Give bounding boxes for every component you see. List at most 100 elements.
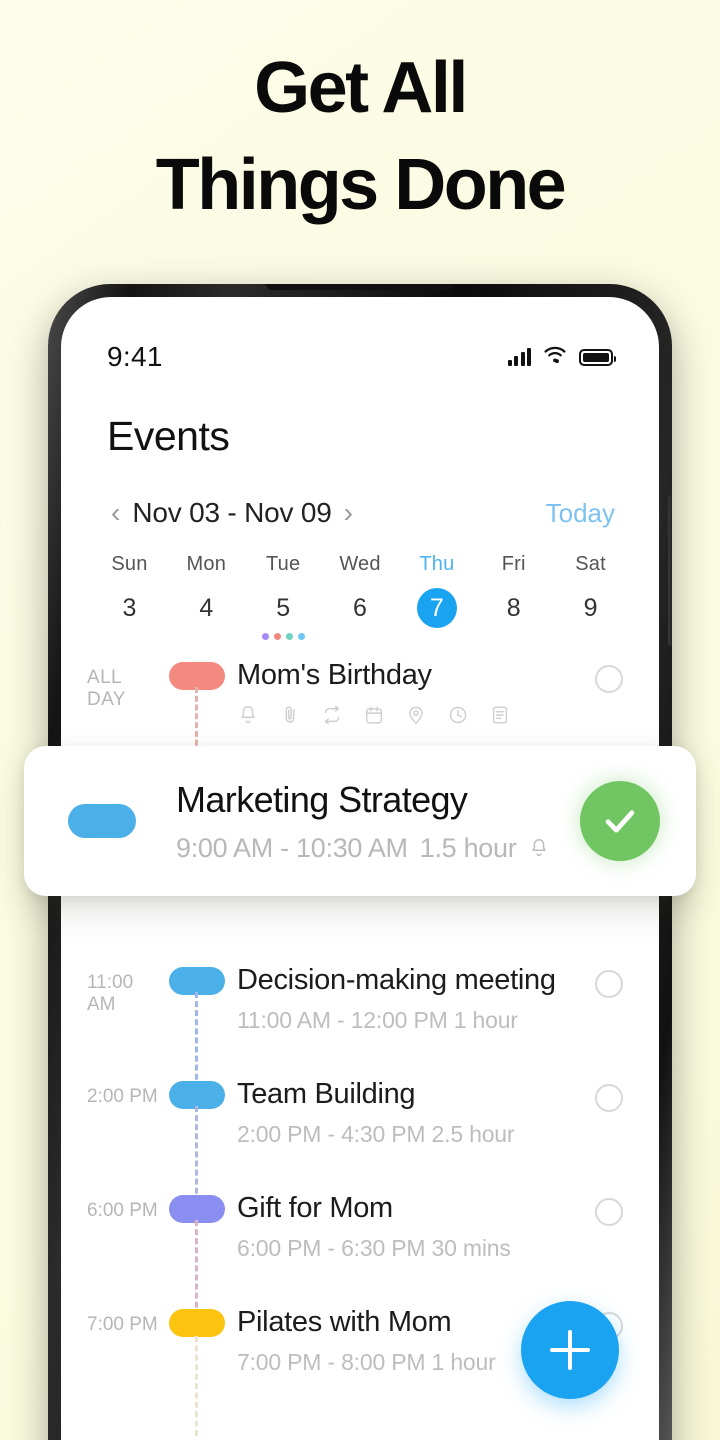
event-time-label: 7:00 PM [87, 1314, 158, 1335]
check-icon [605, 810, 635, 833]
bell-icon [532, 839, 547, 857]
event-body: Mom's Birthday [231, 657, 595, 726]
repeat-icon [324, 705, 340, 725]
event-row[interactable]: 6:00 PM Gift for Mom 6:00 PM - 6:30 PM 3… [61, 1190, 659, 1335]
weekday-date: 7 [416, 588, 457, 628]
event-attribute-icons [237, 704, 595, 726]
weekday-date: 3 [122, 594, 137, 622]
event-pill-wrap [163, 1304, 231, 1436]
event-completed-button[interactable] [580, 781, 660, 861]
event-color-pill [169, 1309, 225, 1337]
chevron-right-icon[interactable]: › [338, 499, 359, 527]
add-event-fab[interactable] [521, 1301, 619, 1399]
weekday-label: Sun [111, 553, 148, 575]
week-navigation: ‹ Nov 03 - Nov 09 › Today [105, 497, 615, 529]
page-title: Events [107, 413, 230, 459]
battery-full-icon [579, 348, 616, 366]
location-pin-icon [409, 706, 423, 725]
today-button[interactable]: Today [546, 498, 615, 529]
week-range-label: Nov 03 - Nov 09 [132, 497, 332, 528]
calendar-icon [365, 706, 383, 724]
event-title: Mom's Birthday [237, 659, 432, 691]
featured-event-time: 9:00 AM - 10:30 AM [176, 832, 408, 863]
event-title: Decision-making meeting [237, 964, 556, 996]
event-body: Decision-making meeting 11:00 AM - 12:00… [231, 962, 595, 1034]
event-title: Team Building [237, 1078, 416, 1110]
event-time-label: 11:00 AM [87, 972, 134, 1015]
event-dots [398, 633, 475, 641]
weekday-label: Mon [186, 553, 227, 575]
wifi-icon [543, 346, 567, 369]
event-dot [261, 633, 269, 640]
event-time-label: ALL DAY [81, 657, 163, 711]
weekday-wed[interactable]: Wed 6 [322, 553, 399, 641]
event-body: Gift for Mom 6:00 PM - 6:30 PM 30 mins [231, 1190, 595, 1262]
event-pill-wrap [163, 657, 231, 807]
paperclip-icon [285, 706, 295, 723]
event-pill-wrap [163, 962, 231, 1107]
event-subtitle: 6:00 PM - 6:30 PM 30 mins [237, 1235, 511, 1261]
event-row[interactable]: 2:00 PM Team Building 2:00 PM - 4:30 PM … [61, 1076, 659, 1221]
status-time: 9:41 [107, 341, 163, 372]
event-dot [297, 633, 305, 640]
circle-unchecked-icon[interactable] [595, 1084, 623, 1112]
note-icon [492, 706, 508, 724]
weekday-sun[interactable]: Sun 3 [91, 553, 168, 641]
event-dots [91, 633, 168, 641]
event-color-pill [169, 967, 225, 995]
phone-notch [265, 284, 455, 290]
featured-event-card[interactable]: Marketing Strategy 9:00 AM - 10:30 AM 1.… [24, 746, 696, 896]
weekday-tue[interactable]: Tue 5 [245, 553, 322, 641]
event-dots [245, 633, 322, 641]
event-subtitle: 11:00 AM - 12:00 PM 1 hour [237, 1007, 518, 1033]
power-button[interactable] [668, 496, 672, 646]
featured-event-meta: 9:00 AM - 10:30 AM 1.5 hour [176, 833, 580, 864]
weekday-thu-selected[interactable]: Thu 7 [398, 553, 475, 641]
event-dots [322, 633, 399, 641]
weekday-sat[interactable]: Sat 9 [552, 553, 629, 641]
event-time-label: 2:00 PM [87, 1086, 158, 1107]
all-day-line-1: ALL [87, 667, 123, 688]
weekday-label: Sat [575, 553, 606, 575]
weekday-label: Fri [501, 553, 526, 575]
circle-unchecked-icon[interactable] [595, 665, 623, 693]
weekday-date: 8 [506, 594, 521, 622]
event-color-pill [169, 662, 225, 690]
all-day-line-2: DAY [87, 688, 126, 710]
featured-event-duration: 1.5 hour [419, 832, 517, 863]
signal-bars-icon [507, 348, 531, 366]
event-dots [552, 633, 629, 641]
featured-event-title: Marketing Strategy [176, 778, 468, 820]
plus-icon [550, 1330, 590, 1370]
event-row[interactable]: 11:00 AM Decision-making meeting 11:00 A… [61, 962, 659, 1107]
event-time-label: 6:00 PM [87, 1200, 158, 1221]
weekday-date: 5 [276, 594, 291, 622]
event-subtitle: 2:00 PM - 4:30 PM 2.5 hour [237, 1121, 515, 1147]
weekday-date: 9 [583, 594, 598, 622]
status-icons [507, 346, 616, 369]
event-pill-wrap [163, 1190, 231, 1335]
event-pill-wrap [163, 1076, 231, 1221]
event-body: Team Building 2:00 PM - 4:30 PM 2.5 hour [231, 1076, 595, 1148]
chevron-left-icon[interactable]: ‹ [105, 499, 126, 527]
timeline-dashed-line [195, 1336, 198, 1436]
event-dots [168, 633, 245, 641]
event-dots [475, 633, 552, 641]
circle-unchecked-icon[interactable] [595, 970, 623, 998]
event-color-pill [169, 1081, 225, 1109]
event-color-pill [68, 804, 136, 838]
event-color-pill [169, 1195, 225, 1223]
weekday-label: Tue [265, 553, 301, 575]
event-dot [285, 633, 293, 640]
weekday-fri[interactable]: Fri 8 [475, 553, 552, 641]
circle-unchecked-icon[interactable] [595, 1198, 623, 1226]
weekday-date: 4 [199, 594, 214, 622]
event-dot [273, 633, 281, 640]
weekday-label: Wed [339, 553, 381, 575]
clock-icon [449, 706, 467, 724]
weekday-mon[interactable]: Mon 4 [168, 553, 245, 641]
bell-icon [241, 706, 255, 724]
hero-line-2: Things Done [155, 145, 567, 225]
featured-card-body: Marketing Strategy 9:00 AM - 10:30 AM 1.… [136, 779, 580, 864]
weekday-date: 6 [353, 594, 367, 622]
